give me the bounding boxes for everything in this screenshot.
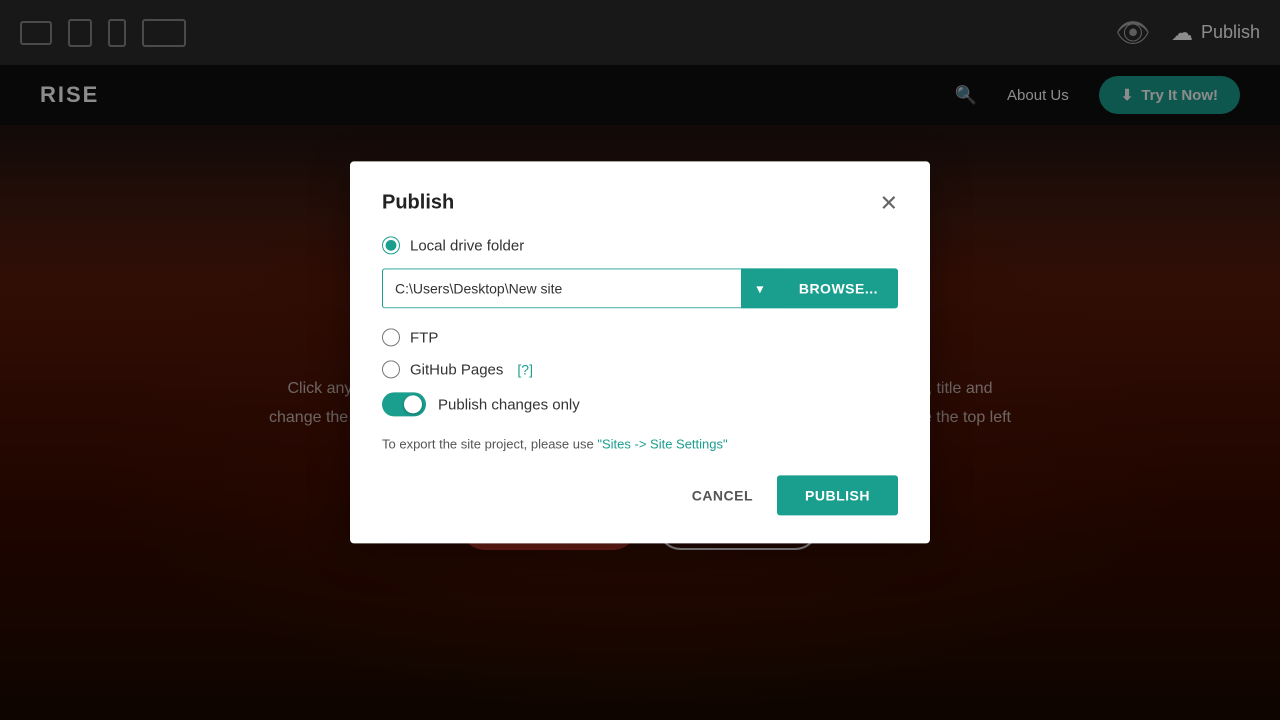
github-label[interactable]: GitHub Pages — [410, 361, 503, 378]
ftp-option: FTP — [382, 328, 898, 346]
local-drive-label[interactable]: Local drive folder — [410, 237, 524, 254]
browse-button[interactable]: BROWSE... — [779, 268, 898, 308]
export-note: To export the site project, please use "… — [382, 436, 898, 451]
modal-footer: CANCEL PUBLISH — [382, 475, 898, 515]
modal-close-button[interactable]: ✕ — [880, 192, 898, 214]
publish-modal: Publish ✕ Local drive folder ▾ BROWSE...… — [350, 161, 930, 543]
modal-header: Publish ✕ — [382, 191, 898, 214]
toggle-label: Publish changes only — [438, 396, 580, 413]
publish-changes-toggle[interactable] — [382, 392, 426, 416]
modal-title: Publish — [382, 191, 454, 214]
path-dropdown-button[interactable]: ▾ — [741, 268, 779, 308]
toggle-row: Publish changes only — [382, 392, 898, 416]
github-radio[interactable] — [382, 360, 400, 378]
ftp-label[interactable]: FTP — [410, 329, 438, 346]
publish-modal-button[interactable]: PUBLISH — [777, 475, 898, 515]
path-row: ▾ BROWSE... — [382, 268, 898, 308]
site-settings-link[interactable]: "Sites -> Site Settings" — [597, 436, 727, 451]
path-input[interactable] — [382, 268, 741, 308]
local-drive-option: Local drive folder — [382, 236, 898, 254]
ftp-radio[interactable] — [382, 328, 400, 346]
cancel-button[interactable]: CANCEL — [684, 477, 761, 513]
local-drive-radio[interactable] — [382, 236, 400, 254]
github-option: GitHub Pages [?] — [382, 360, 898, 378]
export-note-text: To export the site project, please use — [382, 436, 597, 451]
toggle-thumb — [404, 395, 422, 413]
github-help-link[interactable]: [?] — [517, 361, 533, 377]
